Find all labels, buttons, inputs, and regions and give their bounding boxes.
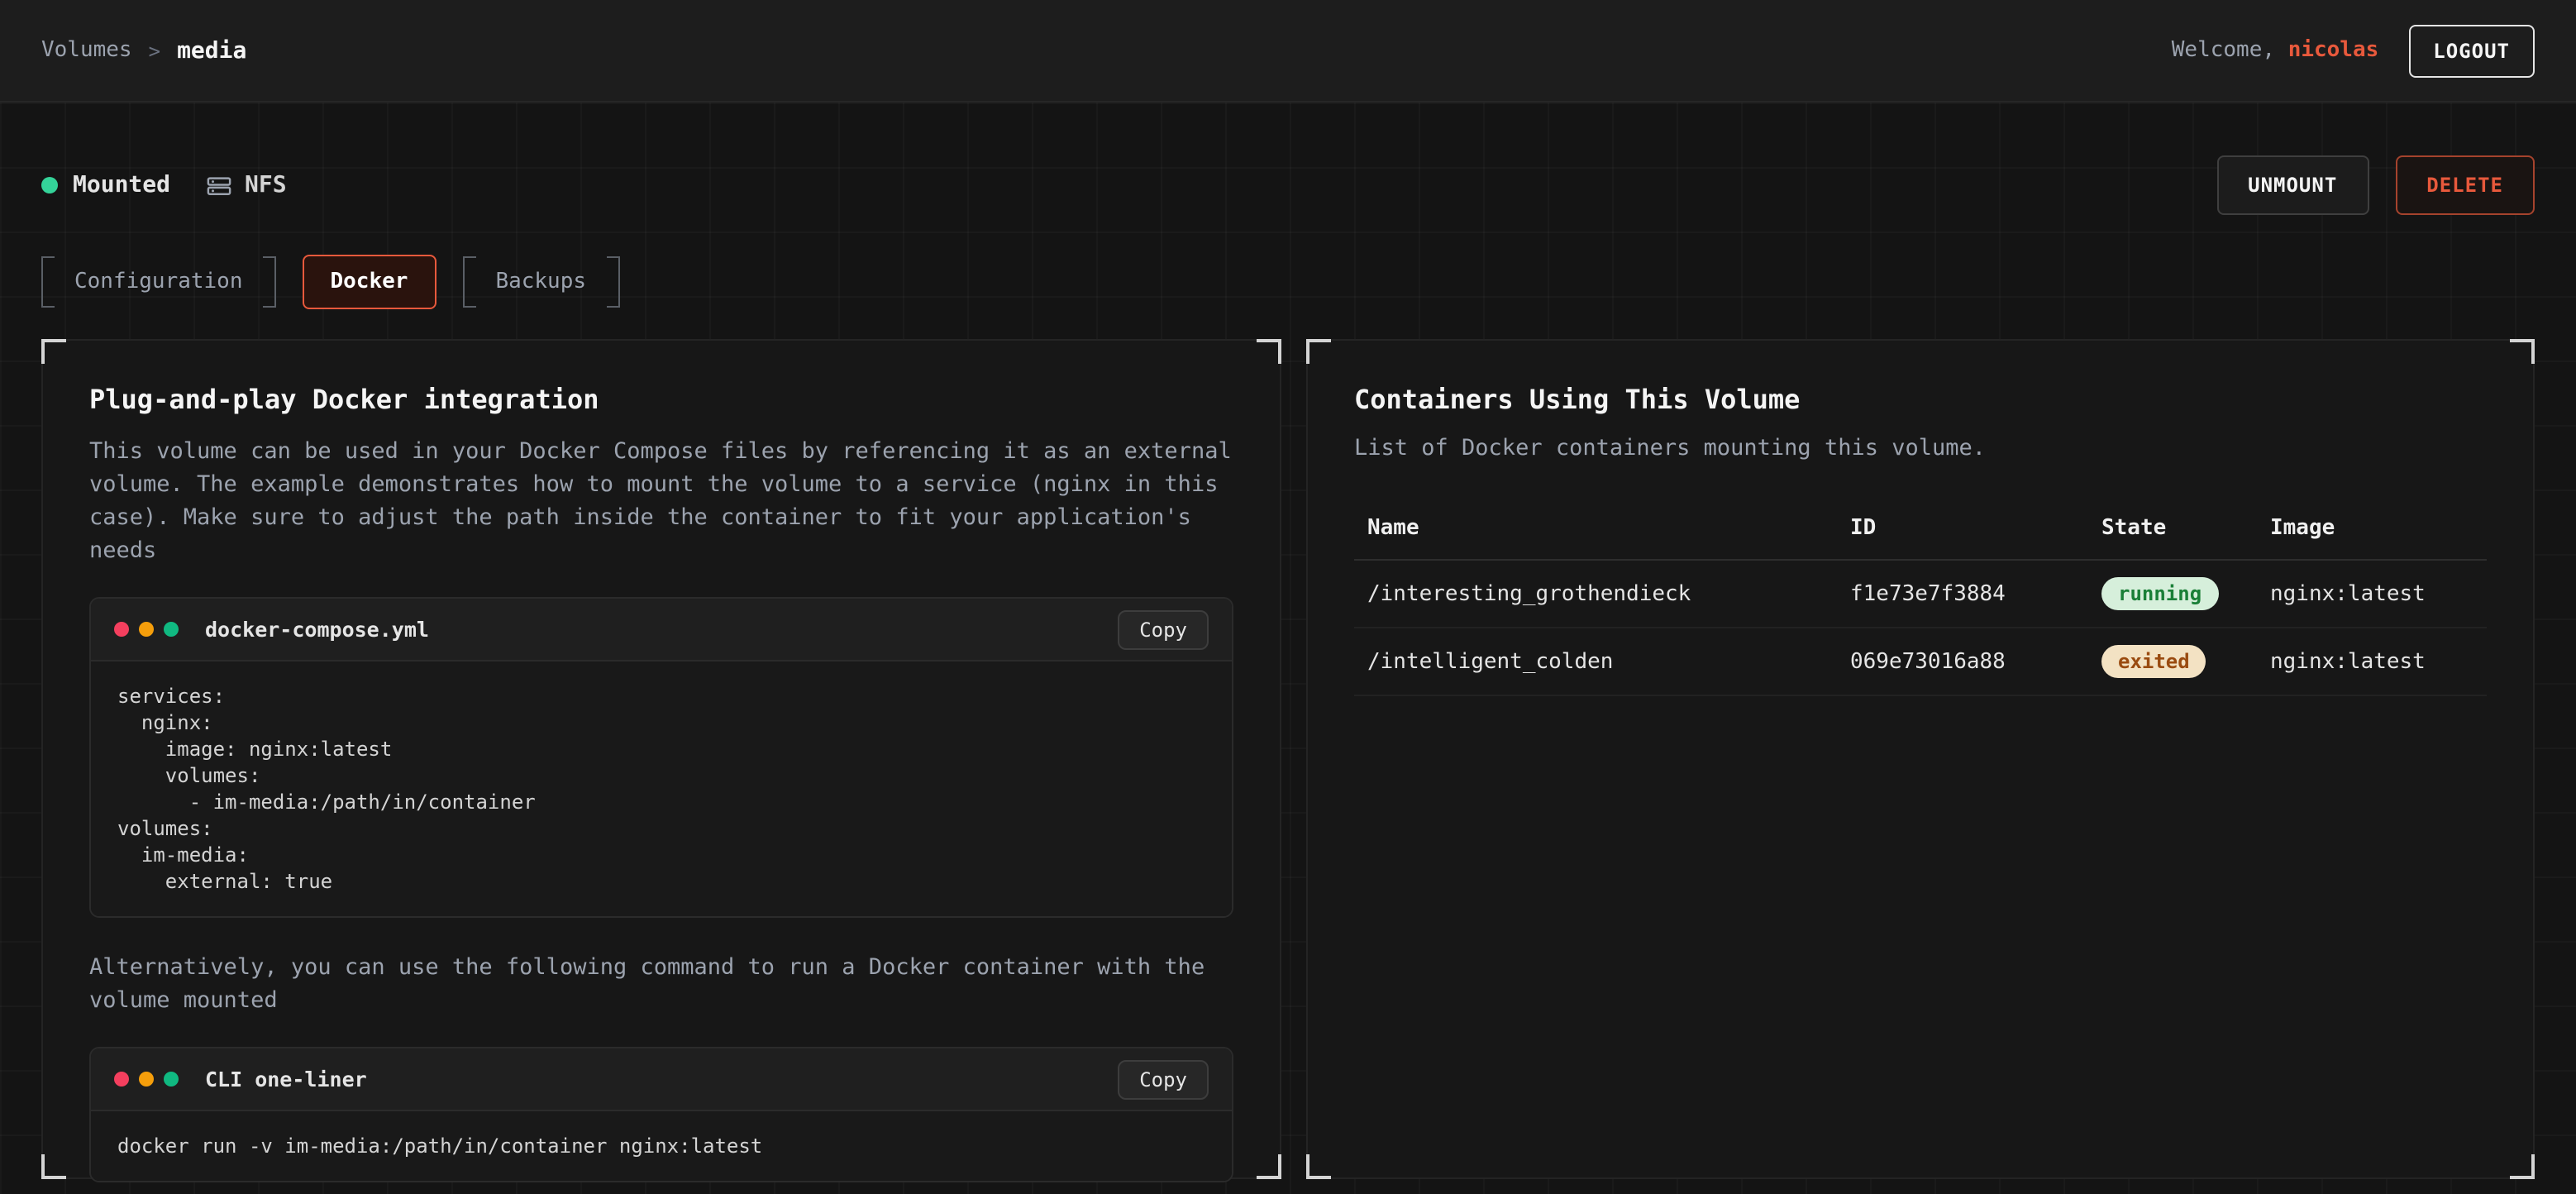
status-row: Mounted NFS UNMOUNT DELET [41,103,2535,215]
window-dots-icon [114,1072,179,1087]
tab-backups[interactable]: Backups [462,256,619,308]
nfs-icon [207,173,231,198]
breadcrumb: Volumes > media [41,37,246,64]
mounted-status: Mounted [41,172,170,198]
username: nicolas [2288,38,2379,63]
table-row: /interesting_grothendieck f1e73e7f3884 r… [1354,561,2487,628]
containers-panel: Containers Using This Volume List of Doc… [1306,339,2535,1179]
window-dot-yellow-icon [139,1072,154,1087]
container-id: f1e73e7f3884 [1850,581,2101,606]
column-header-image: Image [2270,516,2487,541]
column-header-state: State [2101,516,2270,541]
panels: Plug-and-play Docker integration This vo… [41,339,2535,1179]
compose-code-body: services: nginx: image: nginx:latest vol… [91,661,1232,916]
container-name: /interesting_grothendieck [1367,581,1850,606]
containers-table-header: Name ID State Image [1354,501,2487,561]
app-viewport: Volumes > media Welcome, nicolas LOGOUT … [0,0,2576,1194]
containers-table: Name ID State Image /interesting_grothen… [1354,501,2487,696]
container-image: nginx:latest [2270,581,2487,606]
panel-corner [2510,339,2535,364]
window-dot-red-icon [114,622,129,637]
container-state: running [2101,577,2270,610]
container-image: nginx:latest [2270,649,2487,674]
cli-filename: CLI one-liner [205,1067,367,1091]
window-dot-green-icon [164,622,179,637]
volume-status: Mounted NFS [41,172,287,198]
nfs-label: NFS [245,172,287,198]
breadcrumb-volumes-link[interactable]: Volumes [41,38,132,63]
containers-panel-title: Containers Using This Volume [1354,384,2487,415]
delete-button[interactable]: DELETE [2395,155,2535,215]
cli-code-block: CLI one-liner Copy docker run -v im-medi… [89,1047,1233,1182]
compose-filename: docker-compose.yml [205,617,429,642]
tab-bar: Configuration Docker Backups [41,255,2535,309]
window-dots-icon [114,622,179,637]
compose-code: services: nginx: image: nginx:latest vol… [117,683,1205,895]
docker-panel-title: Plug-and-play Docker integration [89,384,1233,415]
mounted-status-dot-icon [41,177,58,193]
unmount-button[interactable]: UNMOUNT [2216,155,2368,215]
docker-integration-panel: Plug-and-play Docker integration This vo… [41,339,1281,1179]
status-badge: running [2101,577,2218,610]
cli-code: docker run -v im-media:/path/in/containe… [117,1133,1205,1159]
tab-docker[interactable]: Docker [303,255,436,309]
panel-corner [2510,1154,2535,1179]
panel-corner [1306,1154,1331,1179]
logout-button[interactable]: LOGOUT [2408,24,2535,77]
tab-configuration[interactable]: Configuration [41,256,276,308]
container-state: exited [2101,645,2270,678]
status-badge: exited [2101,645,2206,678]
panel-corner [1257,1154,1281,1179]
window-dot-red-icon [114,1072,129,1087]
cli-code-body: docker run -v im-media:/path/in/containe… [91,1111,1232,1181]
panel-corner [1257,339,1281,364]
window-dot-yellow-icon [139,622,154,637]
cli-code-header: CLI one-liner Copy [91,1048,1232,1111]
volume-actions: UNMOUNT DELETE [2216,155,2535,215]
column-header-id: ID [1850,516,2101,541]
cli-description: Alternatively, you can use the following… [89,951,1233,1017]
compose-code-header: docker-compose.yml Copy [91,599,1232,661]
compose-code-block: docker-compose.yml Copy services: nginx:… [89,597,1233,918]
chevron-right-icon: > [149,39,160,62]
column-header-name: Name [1367,516,1850,541]
welcome-text: Welcome, nicolas [2172,38,2379,63]
welcome-prefix: Welcome, [2172,38,2288,63]
panel-corner [1306,339,1331,364]
nfs-type: NFS [207,172,287,198]
panel-corner [41,1154,66,1179]
topbar: Volumes > media Welcome, nicolas LOGOUT [0,0,2576,103]
breadcrumb-current-volume: media [177,37,246,64]
compose-copy-button[interactable]: Copy [1118,609,1209,649]
window-dot-green-icon [164,1072,179,1087]
topbar-right: Welcome, nicolas LOGOUT [2172,24,2535,77]
containers-panel-subtitle: List of Docker containers mounting this … [1354,435,2487,461]
cli-copy-button[interactable]: Copy [1118,1059,1209,1099]
main-content: Mounted NFS UNMOUNT DELET [0,103,2576,1194]
mounted-status-label: Mounted [73,172,170,198]
panel-corner [41,339,66,364]
docker-panel-description: This volume can be used in your Docker C… [89,435,1233,567]
container-name: /intelligent_colden [1367,649,1850,674]
container-id: 069e73016a88 [1850,649,2101,674]
table-row: /intelligent_colden 069e73016a88 exited … [1354,628,2487,696]
